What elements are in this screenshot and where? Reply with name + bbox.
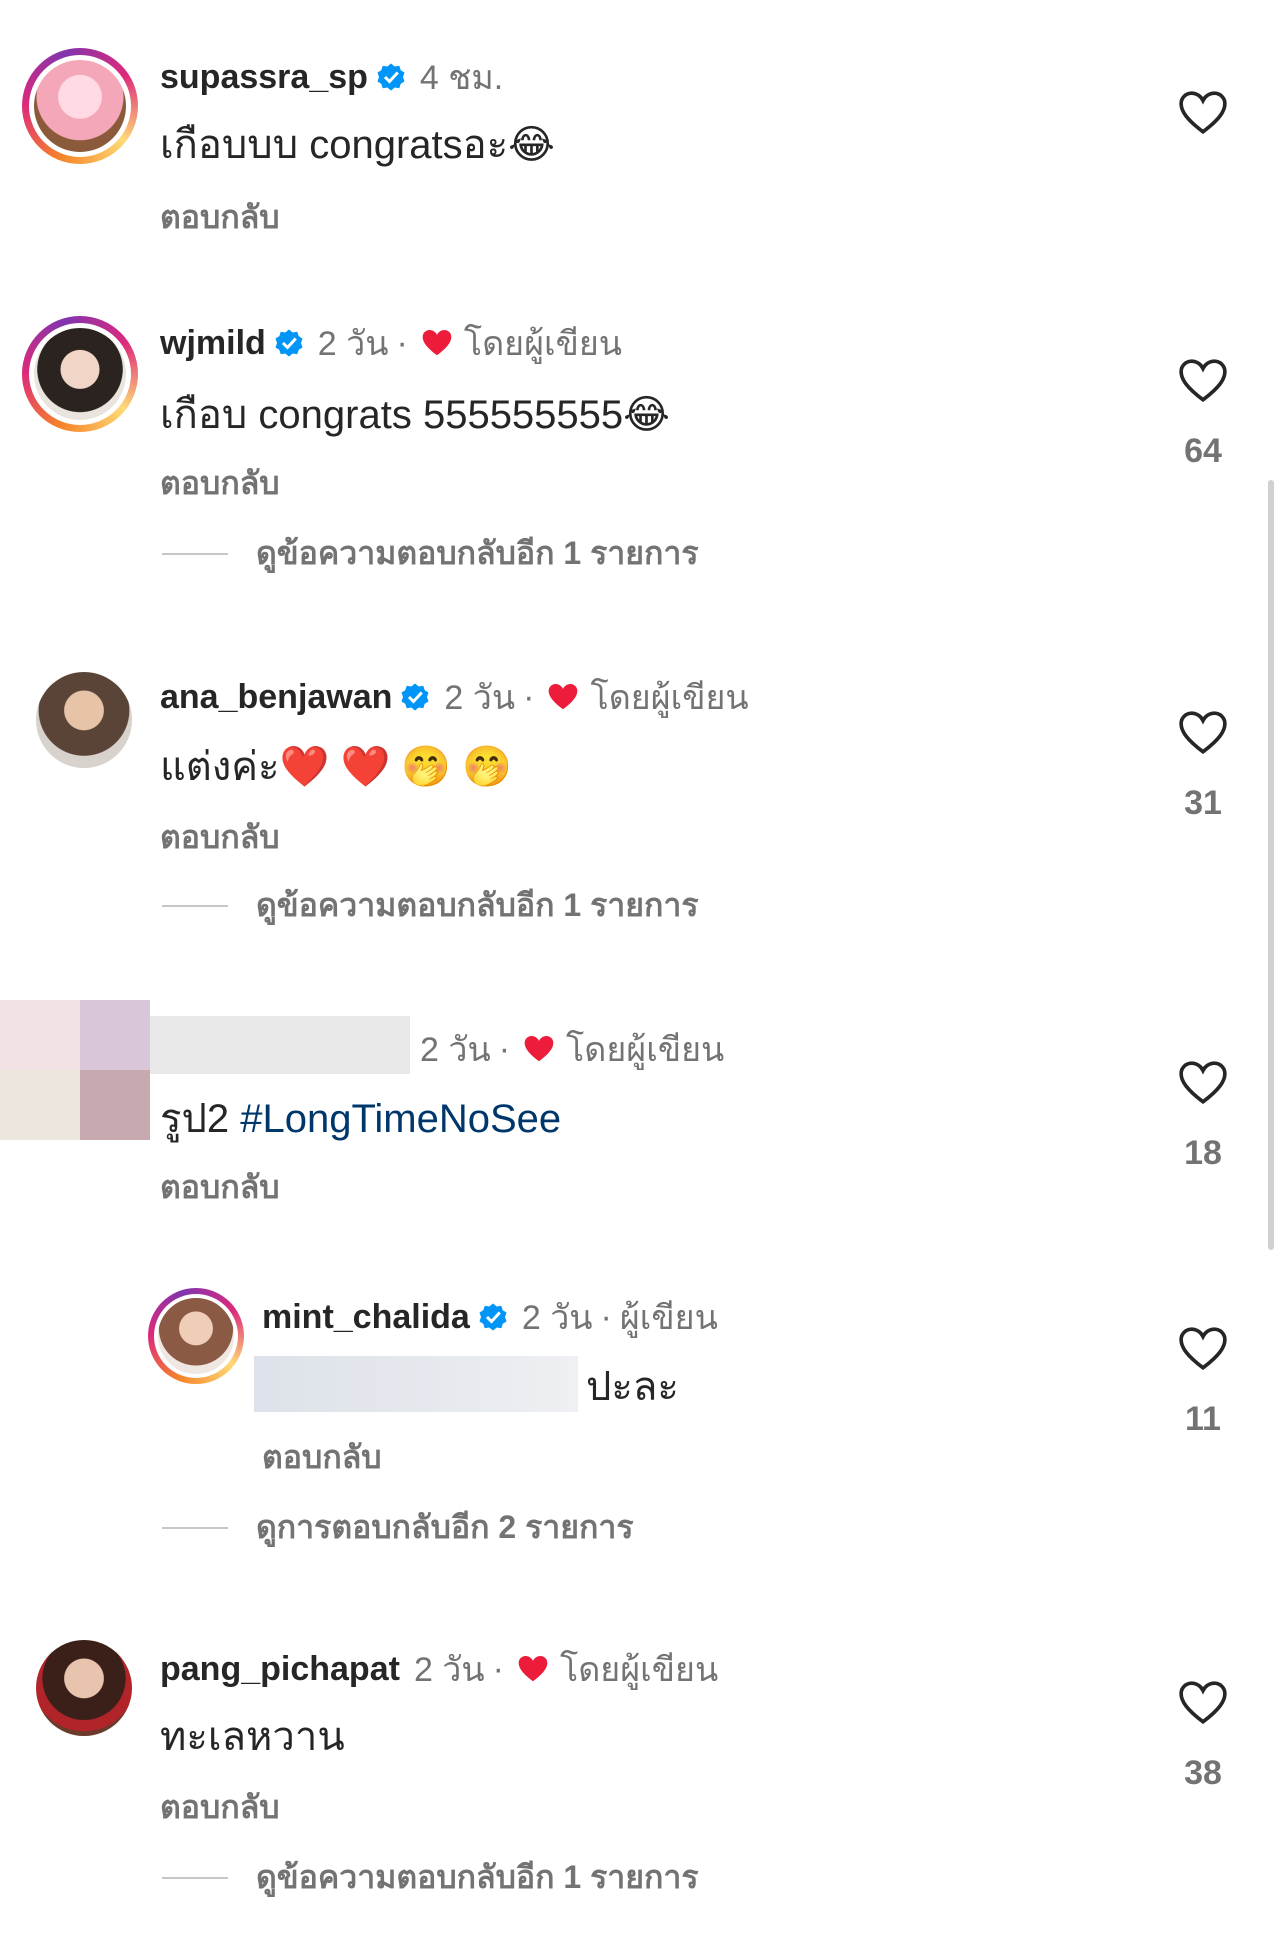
divider — [162, 904, 228, 907]
by-author-label: โดยผู้เขียน — [590, 679, 749, 717]
like-count: 18 — [1184, 1134, 1222, 1172]
heart-outline-icon[interactable] — [1178, 1060, 1228, 1106]
heart-outline-icon[interactable] — [1178, 358, 1228, 404]
timestamp: 2 วัน — [420, 1031, 491, 1069]
username[interactable]: mint_chalida — [262, 1298, 470, 1337]
comment-text: แต่งค่ะ❤️ ❤️ 🤭 🤭 — [160, 745, 513, 789]
avatar[interactable] — [148, 1288, 244, 1384]
username[interactable]: wjmild — [160, 324, 266, 363]
emoji: 😂 — [623, 393, 670, 437]
blurred-avatar — [0, 1000, 150, 1140]
author-heart-icon — [524, 1036, 554, 1062]
comment-text: เกือบ congrats 555555555😂 — [160, 393, 670, 437]
comment-header: ana_benjawan 2 วัน · โดยผู้เขียน — [160, 670, 749, 724]
avatar[interactable] — [22, 48, 138, 164]
heart-outline-icon[interactable] — [1178, 1326, 1228, 1372]
blurred-mention — [254, 1356, 578, 1412]
author-heart-icon — [518, 1656, 548, 1682]
heart-outline-icon[interactable] — [1178, 90, 1228, 136]
comment-header: wjmild 2 วัน · โดยผู้เขียน — [160, 316, 622, 370]
timestamp: 2 วัน — [521, 1299, 593, 1337]
avatar[interactable] — [22, 316, 138, 432]
avatar[interactable] — [36, 672, 132, 768]
timestamp: 2 วัน — [317, 325, 389, 363]
timestamp: 4 ชม. — [419, 59, 504, 97]
comment-item: supassra_sp 4 ชม. เกือบบบ congratsอะ😂 ตอ… — [0, 0, 1280, 250]
comment-item: wjmild 2 วัน · โดยผู้เขียน เกือบ congrat… — [0, 250, 1280, 600]
view-more-replies[interactable]: ดูข้อความตอบกลับอีก 1 รายการ — [162, 1852, 699, 1903]
like-count: 38 — [1184, 1754, 1222, 1792]
comment-item: pang_pichapat 2 วัน · โดยผู้เขียน ทะเลหว… — [0, 1610, 1280, 1938]
blurred-username — [150, 1016, 410, 1074]
reply-button[interactable]: ตอบกลับ — [160, 192, 280, 243]
comment-text: เกือบบบ congratsอะ😂 — [160, 123, 555, 167]
reply-button[interactable]: ตอบกลับ — [160, 812, 280, 863]
username[interactable]: ana_benjawan — [160, 678, 392, 717]
comment-item: ana_benjawan 2 วัน · โดยผู้เขียน แต่งค่ะ… — [0, 600, 1280, 950]
scrollbar[interactable] — [1268, 480, 1274, 1250]
verified-badge-icon — [401, 683, 429, 711]
comment-item: 2 วัน · โดยผู้เขียน รูป2 #LongTimeNoSee … — [0, 950, 1280, 1250]
heart-outline-icon[interactable] — [1178, 1680, 1228, 1726]
verified-badge-icon — [479, 1303, 507, 1331]
reply-button[interactable]: ตอบกลับ — [160, 458, 280, 509]
by-author-label: โดยผู้เขียน — [463, 325, 623, 363]
verified-badge-icon — [377, 63, 405, 91]
heart-outline-icon[interactable] — [1178, 710, 1228, 756]
author-heart-icon — [549, 684, 578, 710]
comment-item: mint_chalida 2 วัน · ผู้เขียน ปะละ ตอบกล… — [0, 1250, 1280, 1610]
like-count: 11 — [1185, 1400, 1221, 1438]
divider — [162, 552, 228, 555]
by-author-label: โดยผู้เขียน — [566, 1031, 725, 1069]
author-heart-icon — [422, 330, 452, 356]
comment-header: mint_chalida 2 วัน · ผู้เขียน — [262, 1290, 718, 1344]
view-more-replies[interactable]: ดูการตอบกลับอีก 2 รายการ — [162, 1502, 634, 1553]
comment-header: 2 วัน · โดยผู้เขียน — [420, 1022, 724, 1076]
comment-header: supassra_sp 4 ชม. — [160, 50, 503, 104]
emoji: 😂 — [508, 123, 555, 167]
comment-header: pang_pichapat 2 วัน · โดยผู้เขียน — [160, 1642, 718, 1696]
author-label: ผู้เขียน — [619, 1299, 718, 1337]
like-count: 31 — [1184, 784, 1222, 822]
timestamp: 2 วัน — [413, 1651, 485, 1689]
view-more-replies[interactable]: ดูข้อความตอบกลับอีก 1 รายการ — [162, 528, 699, 579]
username[interactable]: supassra_sp — [160, 58, 368, 97]
divider — [162, 1876, 228, 1879]
hashtag-link[interactable]: #LongTimeNoSee — [240, 1097, 561, 1141]
reply-button[interactable]: ตอบกลับ — [160, 1782, 280, 1833]
view-more-replies[interactable]: ดูข้อความตอบกลับอีก 1 รายการ — [162, 880, 699, 931]
comment-text: รูป2 #LongTimeNoSee — [160, 1097, 562, 1141]
verified-badge-icon — [275, 329, 303, 357]
by-author-label: โดยผู้เขียน — [559, 1651, 719, 1689]
avatar[interactable] — [36, 1640, 132, 1736]
reply-button[interactable]: ตอบกลับ — [160, 1162, 280, 1213]
username[interactable]: pang_pichapat — [160, 1650, 400, 1689]
divider — [162, 1526, 228, 1529]
comment-text: ปะละ — [586, 1365, 679, 1409]
timestamp: 2 วัน — [444, 679, 516, 717]
like-count: 64 — [1184, 432, 1222, 470]
reply-button[interactable]: ตอบกลับ — [262, 1432, 382, 1483]
emoji: ❤️ ❤️ 🤭 🤭 — [279, 745, 513, 789]
comment-text: ทะเลหวาน — [160, 1715, 345, 1759]
